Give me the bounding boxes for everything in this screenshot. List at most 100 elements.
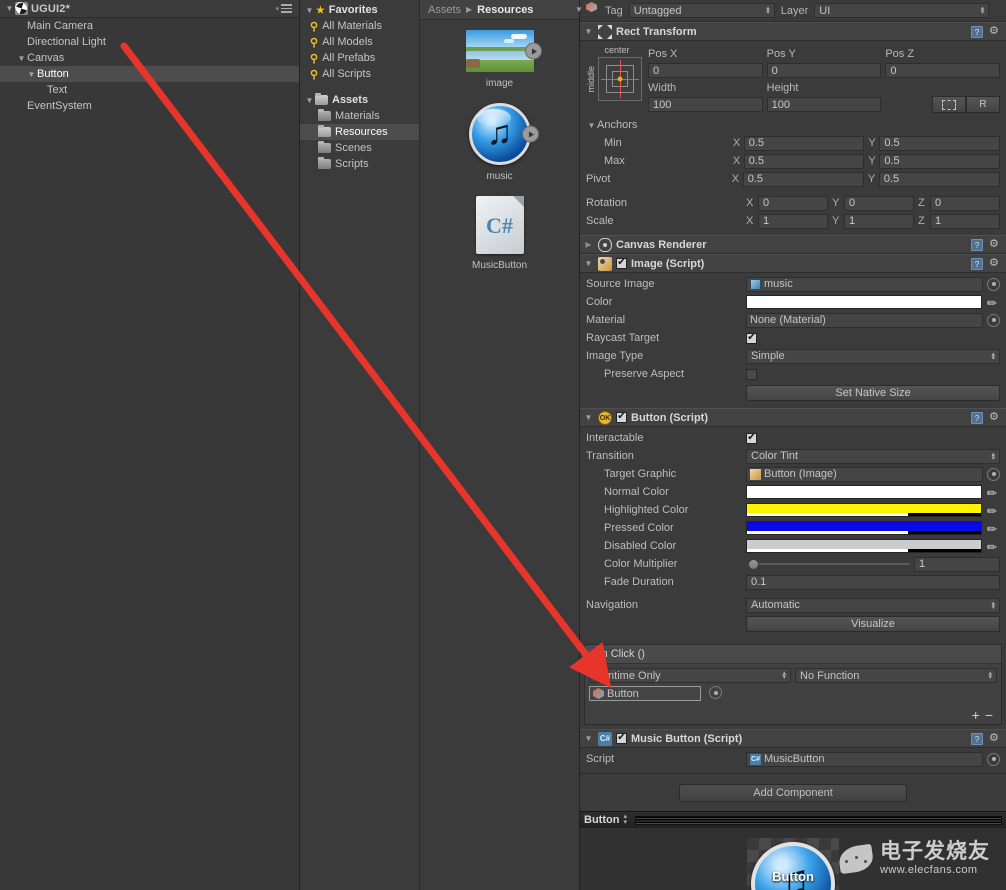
add-component-button[interactable]: Add Component bbox=[679, 784, 907, 802]
image-type-dropdown[interactable]: Simple bbox=[746, 349, 1000, 364]
foldout-icon[interactable]: ▼ bbox=[583, 413, 594, 422]
play-badge-icon[interactable] bbox=[525, 43, 542, 60]
asset-item-music[interactable]: music bbox=[440, 103, 560, 182]
rotation-z-input[interactable]: 0 bbox=[930, 196, 1000, 211]
canvas-renderer-header[interactable]: ▶ Canvas Renderer ? ⚙ bbox=[580, 235, 1006, 254]
hierarchy-item-eventsystem[interactable]: EventSystem bbox=[0, 98, 299, 114]
preserve-aspect-checkbox[interactable] bbox=[746, 369, 757, 380]
object-picker-icon[interactable] bbox=[987, 314, 1000, 327]
color-swatch[interactable] bbox=[746, 539, 982, 553]
gear-icon[interactable]: ⚙ bbox=[989, 26, 1001, 38]
object-picker-icon[interactable] bbox=[987, 278, 1000, 291]
image-script-header[interactable]: ▼ Image (Script) ? ⚙ bbox=[580, 254, 1006, 273]
color-multiplier-input[interactable]: 1 bbox=[914, 557, 1000, 572]
eyedropper-icon[interactable]: ✎ bbox=[984, 293, 1002, 311]
favorite-all-models[interactable]: ⚲All Models bbox=[300, 34, 419, 50]
anchor-max-y-input[interactable]: 0.5 bbox=[879, 154, 1000, 169]
height-input[interactable]: 100 bbox=[767, 97, 882, 112]
set-native-size-button[interactable]: Set Native Size bbox=[746, 385, 1000, 401]
help-icon[interactable]: ? bbox=[971, 239, 983, 251]
gear-icon[interactable]: ⚙ bbox=[989, 412, 1001, 424]
folder-materials[interactable]: Materials bbox=[300, 108, 419, 124]
help-icon[interactable]: ? bbox=[971, 26, 983, 38]
music-button-script-header[interactable]: ▼ C# Music Button (Script) ? ⚙ bbox=[580, 729, 1006, 748]
folder-scenes[interactable]: Scenes bbox=[300, 140, 419, 156]
foldout-icon[interactable]: ▶ bbox=[583, 240, 594, 249]
object-picker-icon[interactable] bbox=[987, 753, 1000, 766]
on-click-mode-dropdown[interactable]: Runtime Only bbox=[589, 668, 791, 683]
hierarchy-item-canvas[interactable]: ▼Canvas bbox=[0, 50, 299, 66]
breadcrumb-current[interactable]: Resources bbox=[477, 4, 533, 16]
source-image-field[interactable]: music bbox=[746, 277, 983, 292]
preview-grip-handle[interactable] bbox=[635, 816, 1002, 825]
gear-icon[interactable]: ⚙ bbox=[989, 258, 1001, 270]
navigation-dropdown[interactable]: Automatic bbox=[746, 598, 1000, 613]
foldout-icon[interactable]: ▼ bbox=[583, 734, 594, 743]
material-field[interactable]: None (Material) bbox=[746, 313, 983, 328]
add-event-button[interactable]: + bbox=[972, 709, 980, 721]
eyedropper-icon[interactable]: ✎ bbox=[984, 537, 1002, 555]
color-swatch[interactable] bbox=[746, 503, 982, 517]
hierarchy-item-directional-light[interactable]: Directional Light bbox=[0, 34, 299, 50]
favorites-group[interactable]: ▼ ★ Favorites bbox=[300, 2, 419, 18]
scale-x-input[interactable]: 1 bbox=[758, 214, 828, 229]
anchor-preset-widget[interactable]: center middle bbox=[586, 45, 648, 113]
gear-icon[interactable]: ⚙ bbox=[989, 239, 1001, 251]
help-icon[interactable]: ? bbox=[971, 412, 983, 424]
help-icon[interactable]: ? bbox=[971, 258, 983, 270]
button-script-header[interactable]: ▼ OK Button (Script) ? ⚙ bbox=[580, 408, 1006, 427]
remove-event-button[interactable]: − bbox=[985, 709, 993, 721]
anchor-min-x-input[interactable]: 0.5 bbox=[744, 136, 865, 151]
eyedropper-icon[interactable]: ✎ bbox=[984, 501, 1002, 519]
help-icon[interactable]: ? bbox=[971, 733, 983, 745]
transition-dropdown[interactable]: Color Tint bbox=[746, 449, 1000, 464]
blueprint-mode-button[interactable] bbox=[932, 96, 966, 113]
color-swatch[interactable] bbox=[746, 295, 982, 309]
width-input[interactable]: 100 bbox=[648, 97, 763, 112]
eyedropper-icon[interactable]: ✎ bbox=[984, 519, 1002, 537]
pivot-x-input[interactable]: 0.5 bbox=[743, 172, 864, 187]
hamburger-menu-icon[interactable]: ▾ bbox=[275, 4, 295, 13]
target-graphic-field[interactable]: Button (Image) bbox=[746, 467, 983, 482]
pivot-y-input[interactable]: 0.5 bbox=[879, 172, 1000, 187]
hierarchy-item-main-camera[interactable]: Main Camera bbox=[0, 18, 299, 34]
color-multiplier-slider[interactable] bbox=[746, 557, 914, 572]
music-button-enabled-checkbox[interactable] bbox=[616, 733, 627, 744]
script-field[interactable]: C# MusicButton bbox=[746, 752, 983, 767]
tag-dropdown[interactable]: Untagged bbox=[629, 3, 775, 18]
anchors-foldout-icon[interactable]: ▼ bbox=[586, 121, 597, 130]
assets-group[interactable]: ▼ Assets bbox=[300, 92, 419, 108]
object-picker-icon[interactable] bbox=[987, 468, 1000, 481]
scene-foldout-icon[interactable]: ▼ bbox=[4, 4, 15, 13]
eyedropper-icon[interactable]: ✎ bbox=[984, 483, 1002, 501]
gear-icon[interactable]: ⚙ bbox=[989, 733, 1001, 745]
folder-resources[interactable]: Resources bbox=[300, 124, 419, 140]
visualize-button[interactable]: Visualize bbox=[746, 616, 1000, 632]
foldout-icon[interactable]: ▼ bbox=[26, 70, 37, 79]
preview-caret-icon[interactable]: ▴▾ bbox=[623, 814, 627, 826]
folder-scripts[interactable]: Scripts bbox=[300, 156, 419, 172]
object-picker-icon[interactable] bbox=[709, 686, 722, 699]
interactable-checkbox[interactable] bbox=[746, 433, 757, 444]
pos-y-input[interactable]: 0 bbox=[767, 63, 882, 78]
layer-dropdown[interactable]: UI bbox=[814, 3, 989, 18]
breadcrumb-root[interactable]: Assets bbox=[428, 4, 461, 16]
rotation-x-input[interactable]: 0 bbox=[758, 196, 828, 211]
hierarchy-item-button[interactable]: ▼Button bbox=[0, 66, 299, 82]
favorites-foldout-icon[interactable]: ▼ bbox=[304, 6, 315, 15]
raycast-target-checkbox[interactable] bbox=[746, 333, 757, 344]
favorite-all-scripts[interactable]: ⚲All Scripts bbox=[300, 66, 419, 82]
image-enabled-checkbox[interactable] bbox=[616, 258, 627, 269]
fade-duration-input[interactable]: 0.1 bbox=[746, 575, 1000, 590]
on-click-object-field[interactable]: Button bbox=[589, 686, 701, 701]
button-enabled-checkbox[interactable] bbox=[616, 412, 627, 423]
anchor-max-x-input[interactable]: 0.5 bbox=[744, 154, 865, 169]
scale-z-input[interactable]: 1 bbox=[930, 214, 1000, 229]
assets-foldout-icon[interactable]: ▼ bbox=[304, 96, 315, 105]
foldout-icon[interactable]: ▼ bbox=[583, 259, 594, 268]
hierarchy-item-text[interactable]: Text bbox=[0, 82, 299, 98]
rect-transform-header[interactable]: ▼ Rect Transform ? ⚙ bbox=[580, 22, 1006, 41]
asset-item-musicbutton[interactable]: MusicButton bbox=[440, 196, 560, 271]
asset-item-image[interactable]: image bbox=[440, 30, 560, 89]
preview-header[interactable]: Button ▴▾ bbox=[580, 811, 1006, 828]
